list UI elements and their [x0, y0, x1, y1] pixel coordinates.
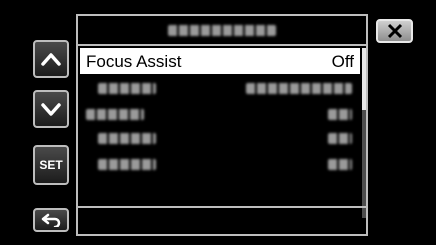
blurred-label — [86, 109, 144, 120]
menu-item[interactable] — [80, 104, 360, 126]
blurred-label — [98, 83, 156, 94]
back-button[interactable] — [33, 208, 69, 232]
scrollbar[interactable] — [362, 48, 366, 218]
return-arrow-icon — [41, 213, 61, 227]
set-button-label: SET — [39, 158, 63, 172]
close-icon — [387, 23, 402, 39]
set-button[interactable]: SET — [33, 145, 69, 185]
blurred-label — [98, 159, 156, 170]
menu-item[interactable] — [80, 78, 360, 100]
blurred-title-text — [168, 24, 276, 36]
divider — [78, 206, 366, 208]
menu-item[interactable] — [80, 154, 360, 176]
menu-item-value: Off — [331, 52, 354, 71]
menu-item[interactable] — [80, 128, 360, 150]
blurred-value — [246, 83, 352, 94]
blurred-value — [328, 109, 352, 120]
menu-panel: Focus Assist Off — [76, 14, 368, 236]
menu-item-label: Focus Assist — [86, 52, 182, 71]
chevron-up-icon — [41, 53, 61, 66]
close-button[interactable] — [376, 19, 413, 43]
menu-item-focus-assist[interactable]: Focus Assist Off — [80, 48, 360, 74]
camera-menu-screen: SET Focus Assist Off — [0, 0, 436, 245]
scrollbar-thumb[interactable] — [362, 48, 366, 110]
menu-title — [78, 16, 366, 46]
blurred-value — [328, 159, 352, 170]
up-button[interactable] — [33, 40, 69, 78]
blurred-value — [328, 133, 352, 144]
blurred-label — [98, 133, 156, 144]
chevron-down-icon — [41, 103, 61, 116]
down-button[interactable] — [33, 90, 69, 128]
